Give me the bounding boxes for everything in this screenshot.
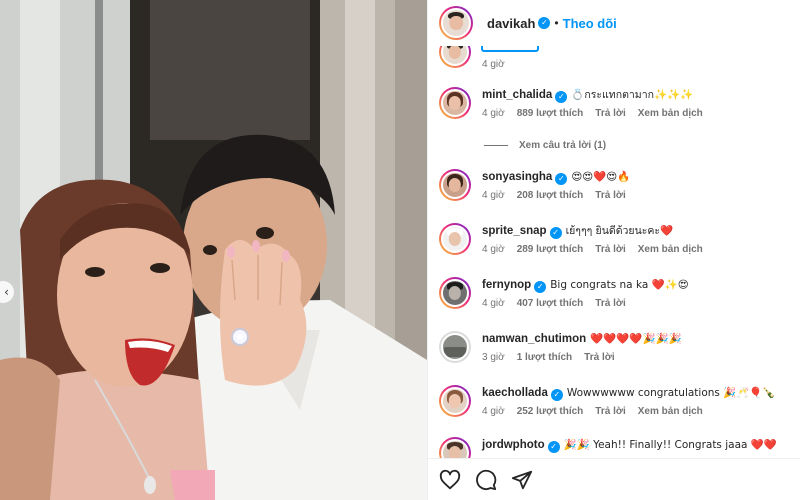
avatar[interactable]: [439, 437, 471, 458]
verified-badge-icon: ✓: [534, 281, 547, 293]
comment-username[interactable]: sprite_snap: [482, 225, 547, 237]
author-username[interactable]: davikah: [487, 16, 535, 31]
verified-badge-icon: ✓: [547, 441, 560, 453]
partial-highlight-box: [481, 46, 539, 52]
comment-time: 4 giờ: [482, 298, 505, 309]
comment-text: Wowwwwww congratulations 🎉🥂🎈🍾: [566, 387, 776, 399]
reply-button[interactable]: Trả lời: [595, 108, 625, 119]
avatar[interactable]: [439, 331, 471, 363]
reply-button[interactable]: Trả lời: [584, 352, 614, 363]
comment-likes[interactable]: 889 lượt thích: [517, 108, 584, 119]
heart-icon[interactable]: [439, 469, 461, 491]
post-sidebar: davikah ✓ • Theo dõi 4 giờ mint_chalida ✓…: [427, 0, 800, 500]
comment-text: Big congrats na ka ❤️✨😍: [550, 279, 689, 291]
comment-text: เย้ๆๆๆ ยินดีด้วยนะคะ❤️: [565, 225, 674, 237]
comment-likes[interactable]: 289 lượt thích: [517, 244, 584, 255]
author-avatar[interactable]: [439, 6, 473, 40]
reply-button[interactable]: Trả lời: [595, 244, 625, 255]
comment-icon[interactable]: [475, 469, 497, 491]
comment-username[interactable]: sonyasingha: [482, 171, 552, 183]
comment-username[interactable]: mint_chalida: [482, 89, 552, 101]
comment-username[interactable]: namwan_chutimon: [482, 333, 586, 345]
comment-text: 💍กระแทกตามาก✨✨✨: [571, 89, 694, 101]
verified-badge-icon: ✓: [538, 17, 551, 29]
photo-illustration: [0, 0, 427, 500]
comment-text: ❤️❤️❤️❤️🎉🎉🎉: [590, 333, 682, 345]
reply-button[interactable]: Trả lời: [595, 298, 625, 309]
share-icon[interactable]: [511, 469, 533, 491]
comment-username[interactable]: jordwphoto: [482, 439, 545, 451]
verified-badge-icon: ✓: [549, 227, 562, 239]
translate-button[interactable]: Xem bản dịch: [638, 108, 703, 119]
view-replies-label: Xem câu trả lời (1): [519, 140, 607, 151]
follow-button[interactable]: Theo dõi: [563, 16, 617, 31]
partial-comment: [439, 46, 471, 68]
view-replies-button[interactable]: Xem câu trả lời (1): [484, 140, 606, 151]
avatar[interactable]: [439, 277, 471, 309]
verified-badge-icon: ✓: [555, 173, 568, 185]
comment-time: 4 giờ: [482, 190, 505, 201]
reply-button[interactable]: Trả lời: [595, 406, 625, 417]
comment-time: 4 giờ: [482, 244, 505, 255]
comment-likes[interactable]: 1 lượt thích: [517, 352, 572, 363]
avatar[interactable]: [439, 169, 471, 201]
post-photo: ‹: [0, 0, 427, 500]
comment-time: 4 giờ: [482, 59, 505, 70]
verified-badge-icon: ✓: [555, 91, 568, 103]
verified-badge-icon: ✓: [550, 389, 563, 401]
comment-text: 🎉🎉 Yeah!! Finally!! Congrats jaaa ❤️❤️: [563, 439, 777, 451]
separator-dot: •: [554, 16, 559, 30]
translate-button[interactable]: Xem bản dịch: [638, 244, 703, 255]
comment-time: 4 giờ: [482, 108, 505, 119]
post-header: davikah ✓ • Theo dõi: [428, 0, 800, 46]
comment-text: 😍😍❤️😍🔥: [571, 171, 631, 183]
avatar[interactable]: [439, 223, 471, 255]
comment-username[interactable]: fernynop: [482, 279, 531, 291]
comment-username[interactable]: kaechollada: [482, 387, 548, 399]
reply-button[interactable]: Trả lời: [595, 190, 625, 201]
translate-button[interactable]: Xem bản dịch: [638, 406, 703, 417]
comment-likes[interactable]: 252 lượt thích: [517, 406, 584, 417]
avatar[interactable]: [439, 46, 471, 68]
post-actions: [428, 458, 800, 500]
comment-time: 4 giờ: [482, 406, 505, 417]
comment-time: 3 giờ: [482, 352, 505, 363]
comments-list[interactable]: 4 giờ mint_chalida ✓ 💍กระแทกตามาก✨✨✨ 4 giờ…: [428, 46, 800, 458]
comment-likes[interactable]: 407 lượt thích: [517, 298, 584, 309]
avatar[interactable]: [439, 385, 471, 417]
comment-likes[interactable]: 208 lượt thích: [517, 190, 584, 201]
avatar[interactable]: [439, 87, 471, 119]
